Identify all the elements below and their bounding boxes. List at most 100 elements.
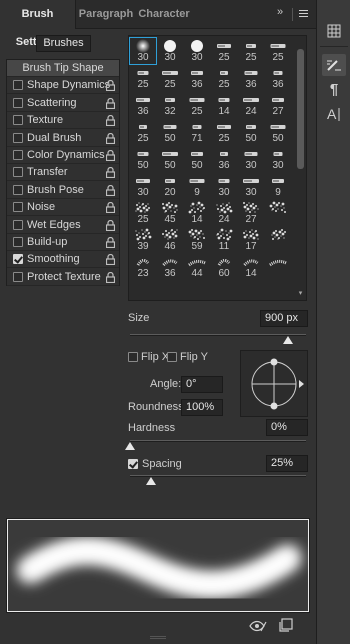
flip-x-checkbox[interactable]: [128, 352, 138, 362]
tab-brush-settings[interactable]: Brush Settings: [0, 0, 76, 48]
brush-preset[interactable]: [265, 254, 291, 280]
brush-preset[interactable]: 30: [238, 173, 264, 199]
menu-icon[interactable]: [299, 10, 308, 18]
brush-option-noise[interactable]: Noise: [7, 199, 119, 217]
brush-option-color-dynamics[interactable]: Color Dynamics: [7, 147, 119, 164]
brush-preset[interactable]: 59: [184, 227, 210, 253]
option-checkbox[interactable]: [13, 202, 23, 213]
brush-preset[interactable]: 50: [265, 119, 291, 145]
brush-preset[interactable]: 11: [211, 227, 237, 253]
brush-preset[interactable]: 14: [184, 200, 210, 226]
brush-preset[interactable]: 46: [157, 227, 183, 253]
size-slider-thumb[interactable]: [283, 336, 294, 344]
brush-preset[interactable]: 24: [238, 92, 264, 118]
option-checkbox[interactable]: [13, 150, 23, 160]
resize-grip[interactable]: [150, 636, 166, 639]
angle-input[interactable]: 0°: [181, 376, 223, 393]
brush-preset[interactable]: 32: [157, 92, 183, 118]
brush-preset[interactable]: 25: [184, 92, 210, 118]
hardness-input[interactable]: 0%: [266, 419, 308, 436]
option-checkbox[interactable]: [13, 271, 23, 282]
brush-option-shape-dynamics[interactable]: Shape Dynamics: [7, 77, 119, 95]
brush-preset[interactable]: 27: [265, 92, 291, 118]
brush-preset[interactable]: 50: [238, 119, 264, 145]
lock-icon[interactable]: [106, 254, 115, 266]
option-checkbox[interactable]: [13, 237, 23, 247]
brush-preset[interactable]: [265, 200, 291, 226]
roundness-input[interactable]: 100%: [181, 399, 223, 416]
brush-option-texture[interactable]: Texture: [7, 112, 119, 130]
spacing-checkbox[interactable]: [128, 459, 138, 469]
brush-preset[interactable]: 14: [238, 254, 264, 280]
brush-preset[interactable]: 24: [211, 200, 237, 226]
lock-icon[interactable]: [106, 202, 115, 214]
angle-roundness-dial-icon[interactable]: [241, 351, 309, 418]
brush-preset[interactable]: 30: [238, 146, 264, 172]
lock-icon[interactable]: [106, 115, 115, 127]
brush-option-protect-texture[interactable]: Protect Texture: [7, 269, 119, 286]
overflow-chevron-icon[interactable]: »: [277, 6, 283, 18]
brush-preset[interactable]: 25: [211, 38, 237, 64]
option-checkbox[interactable]: [13, 184, 23, 195]
option-checkbox[interactable]: [13, 115, 23, 126]
brush-preset[interactable]: 25: [238, 38, 264, 64]
brush-settings-icon[interactable]: [322, 54, 346, 76]
hardness-slider-thumb[interactable]: [125, 442, 135, 450]
brush-preset[interactable]: 45: [157, 200, 183, 226]
brush-preset[interactable]: 36: [184, 65, 210, 91]
brush-preset[interactable]: 36: [130, 92, 156, 118]
lock-icon[interactable]: [106, 97, 115, 109]
brush-preset[interactable]: 30: [129, 37, 157, 65]
brush-option-scattering[interactable]: Scattering: [7, 95, 119, 112]
table-icon[interactable]: [322, 20, 346, 42]
new-brush-icon[interactable]: [279, 618, 293, 632]
brush-preset[interactable]: 36: [238, 65, 264, 91]
spacing-slider-thumb[interactable]: [146, 477, 157, 485]
brush-preset[interactable]: 39: [130, 227, 156, 253]
brush-preset[interactable]: 36: [211, 146, 237, 172]
brush-preset[interactable]: 25: [130, 200, 156, 226]
brush-option-brush-pose[interactable]: Brush Pose: [7, 182, 119, 199]
spacing-slider-track[interactable]: [130, 475, 306, 477]
option-checkbox[interactable]: [13, 219, 23, 230]
brush-preset[interactable]: 71: [184, 119, 210, 145]
lock-icon[interactable]: [106, 80, 115, 92]
brush-preset[interactable]: [265, 227, 291, 253]
brush-preset[interactable]: 25: [157, 65, 183, 91]
brush-preset[interactable]: 23: [130, 254, 156, 280]
brush-preset[interactable]: 30: [184, 38, 210, 64]
brush-preset[interactable]: 44: [184, 254, 210, 280]
brush-preset[interactable]: 27: [238, 200, 264, 226]
lock-icon[interactable]: [106, 167, 115, 179]
brush-preset[interactable]: 20: [157, 173, 183, 199]
brush-preset[interactable]: 25: [265, 38, 291, 64]
brush-preset[interactable]: 50: [157, 146, 183, 172]
brush-preset[interactable]: 25: [130, 119, 156, 145]
brush-preset[interactable]: 50: [184, 146, 210, 172]
lock-icon[interactable]: [106, 150, 115, 161]
character-icon[interactable]: A: [322, 103, 346, 125]
eye-brush-icon[interactable]: [249, 619, 267, 633]
brush-option-wet-edges[interactable]: Wet Edges: [7, 217, 119, 234]
tab-character[interactable]: Character: [138, 0, 190, 29]
brush-preset[interactable]: 36: [157, 254, 183, 280]
brush-option-transfer[interactable]: Transfer: [7, 164, 119, 182]
brush-preset[interactable]: 25: [211, 119, 237, 145]
size-input[interactable]: 900 px: [260, 310, 308, 327]
brush-preset[interactable]: 60: [211, 254, 237, 280]
brush-option-build-up[interactable]: Build-up: [7, 234, 119, 251]
brush-option-dual-brush[interactable]: Dual Brush: [7, 130, 119, 147]
hardness-slider-track[interactable]: [130, 440, 306, 442]
brush-option-brush-tip-shape[interactable]: Brush Tip Shape: [7, 60, 119, 77]
lock-icon[interactable]: [106, 132, 115, 144]
brush-preset[interactable]: 50: [130, 146, 156, 172]
brush-preset[interactable]: 25: [211, 65, 237, 91]
lock-icon[interactable]: [106, 237, 115, 248]
option-checkbox[interactable]: [13, 97, 23, 108]
brush-preset[interactable]: 50: [157, 119, 183, 145]
tab-paragraph[interactable]: Paragraph: [78, 0, 134, 29]
brush-preset[interactable]: 17: [238, 227, 264, 253]
lock-icon[interactable]: [106, 184, 115, 196]
option-checkbox[interactable]: [13, 254, 23, 265]
lock-icon[interactable]: [106, 271, 115, 283]
